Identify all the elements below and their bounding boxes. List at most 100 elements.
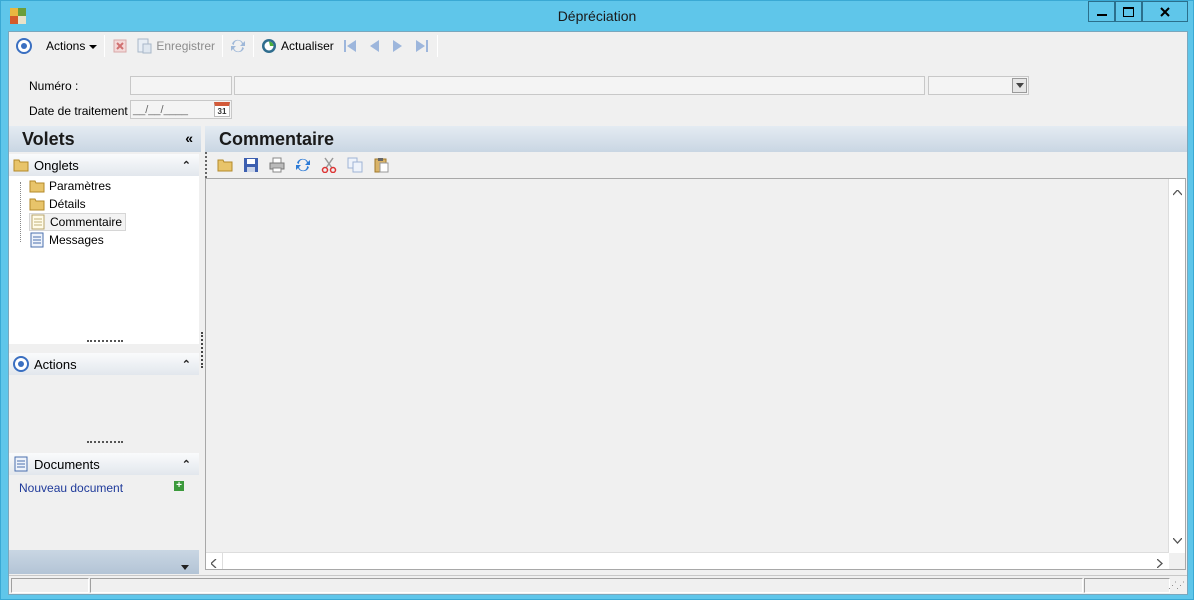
status-bar: ⋰⋰ bbox=[9, 575, 1187, 594]
tree-item-label: Paramètres bbox=[49, 179, 112, 193]
editor-toolbar bbox=[205, 152, 1187, 178]
collapse-panel-icon[interactable]: « bbox=[185, 130, 193, 146]
sync-icon bbox=[230, 38, 246, 54]
refresh-label: Actualiser bbox=[281, 39, 334, 53]
chevron-down-icon[interactable] bbox=[181, 559, 189, 573]
side-panel-title: Volets bbox=[22, 129, 75, 149]
content-title: Commentaire bbox=[219, 129, 335, 149]
calendar-icon[interactable]: 31 bbox=[214, 102, 230, 117]
folder-icon bbox=[29, 196, 45, 212]
scroll-left-icon[interactable] bbox=[210, 557, 217, 571]
date-value: __/__/____ bbox=[133, 104, 189, 116]
tree-item-label: Messages bbox=[49, 233, 104, 247]
main-toolbar: Actions Enregistrer Actualiser bbox=[9, 32, 1187, 60]
scroll-track-divider bbox=[222, 553, 223, 569]
tree-item-label: Commentaire bbox=[50, 215, 123, 229]
toolbar-separator bbox=[104, 35, 106, 57]
tree-item-messages[interactable]: Messages bbox=[29, 231, 104, 249]
document-icon bbox=[30, 214, 46, 230]
save-icon[interactable] bbox=[243, 157, 259, 173]
resize-grip-icon[interactable]: ⋰⋰ bbox=[1168, 580, 1185, 591]
tree-item-parametres[interactable]: Paramètres bbox=[29, 177, 111, 195]
window: Dépréciation Actions Enregistrer Actuali… bbox=[0, 0, 1194, 600]
tree-item-details[interactable]: Détails bbox=[29, 195, 86, 213]
maximize-icon bbox=[1123, 6, 1134, 17]
last-icon bbox=[414, 38, 430, 54]
save-button[interactable]: Enregistrer bbox=[132, 34, 219, 58]
chevron-down-icon[interactable] bbox=[1012, 78, 1027, 93]
close-icon bbox=[1160, 6, 1170, 17]
delete-icon bbox=[112, 38, 128, 54]
toolbar-separator bbox=[222, 35, 224, 57]
add-icon[interactable]: + bbox=[174, 481, 184, 491]
date-label: Date de traitement : bbox=[29, 104, 135, 118]
panel-overflow-bar[interactable] bbox=[9, 550, 199, 574]
maximize-button[interactable] bbox=[1115, 1, 1142, 22]
onglets-title: Onglets bbox=[34, 157, 79, 173]
section-splitter[interactable] bbox=[87, 340, 123, 342]
sync-icon[interactable] bbox=[295, 157, 311, 173]
window-title: Dépréciation bbox=[557, 8, 637, 24]
date-field[interactable]: __/__/____ 31 bbox=[130, 100, 232, 119]
collapse-section-icon[interactable]: ⌃ bbox=[182, 159, 191, 172]
status-select[interactable] bbox=[928, 76, 1029, 95]
refresh-button[interactable]: Actualiser bbox=[257, 34, 338, 58]
actions-menu-button[interactable]: Actions bbox=[12, 34, 101, 58]
first-record-button[interactable] bbox=[338, 34, 362, 58]
previous-record-button[interactable] bbox=[362, 34, 386, 58]
title-bar[interactable]: Dépréciation bbox=[1, 1, 1193, 31]
description-field[interactable] bbox=[234, 76, 925, 95]
minimize-icon bbox=[1096, 13, 1107, 16]
tree-item-label: Détails bbox=[49, 197, 86, 211]
numero-label: Numéro : bbox=[29, 79, 79, 93]
folder-icon bbox=[29, 178, 45, 194]
documents-title: Documents bbox=[34, 456, 100, 472]
comment-editor[interactable] bbox=[205, 178, 1186, 570]
open-folder-icon[interactable] bbox=[217, 157, 233, 173]
tree-item-commentaire[interactable]: Commentaire bbox=[29, 213, 127, 231]
next-icon bbox=[390, 38, 406, 54]
panel-splitter[interactable] bbox=[201, 332, 203, 368]
copy-icon[interactable] bbox=[347, 157, 363, 173]
delete-button[interactable] bbox=[108, 34, 132, 58]
side-panel: Volets « Onglets ⌃ Paramètres Détails Co… bbox=[9, 126, 201, 576]
close-button[interactable] bbox=[1142, 1, 1188, 22]
onglets-section-header[interactable]: Onglets ⌃ bbox=[9, 154, 199, 176]
documents-section-body: Nouveau document + bbox=[9, 475, 199, 547]
documents-section-header[interactable]: Documents ⌃ bbox=[9, 453, 199, 475]
new-document-link[interactable]: Nouveau document bbox=[19, 481, 123, 495]
vertical-scrollbar[interactable] bbox=[1168, 179, 1185, 553]
status-panel bbox=[11, 578, 89, 593]
status-panel bbox=[1084, 578, 1170, 593]
refresh-icon bbox=[261, 38, 277, 54]
toolbar-separator bbox=[436, 35, 438, 57]
document-icon bbox=[13, 456, 29, 472]
numero-field[interactable] bbox=[130, 76, 232, 95]
scroll-up-icon[interactable] bbox=[1172, 185, 1183, 199]
minimize-button[interactable] bbox=[1088, 1, 1115, 22]
actions-icon bbox=[16, 38, 32, 54]
collapse-section-icon[interactable]: ⌃ bbox=[182, 358, 191, 371]
actions-section-header[interactable]: Actions ⌃ bbox=[9, 353, 199, 375]
scroll-down-icon[interactable] bbox=[1172, 533, 1183, 547]
actions-icon bbox=[13, 356, 29, 372]
dropdown-arrow-icon bbox=[89, 39, 98, 53]
client-area: Actions Enregistrer Actualiser Numéro: … bbox=[8, 31, 1188, 595]
scroll-right-icon[interactable] bbox=[1156, 557, 1163, 571]
cut-icon[interactable] bbox=[321, 157, 337, 173]
sync-button[interactable] bbox=[226, 34, 250, 58]
collapse-section-icon[interactable]: ⌃ bbox=[182, 458, 191, 471]
tree-line bbox=[20, 182, 21, 242]
section-splitter[interactable] bbox=[87, 441, 123, 443]
actions-section-title: Actions bbox=[34, 356, 77, 372]
status-panel bbox=[90, 578, 1083, 593]
actions-section-body bbox=[9, 375, 199, 445]
last-record-button[interactable] bbox=[410, 34, 434, 58]
horizontal-scrollbar[interactable] bbox=[206, 552, 1169, 569]
paste-icon[interactable] bbox=[373, 157, 389, 173]
save-document-icon bbox=[136, 38, 152, 54]
content-panel: Commentaire bbox=[205, 126, 1187, 576]
save-label: Enregistrer bbox=[156, 39, 216, 53]
next-record-button[interactable] bbox=[386, 34, 410, 58]
print-icon[interactable] bbox=[269, 157, 285, 173]
